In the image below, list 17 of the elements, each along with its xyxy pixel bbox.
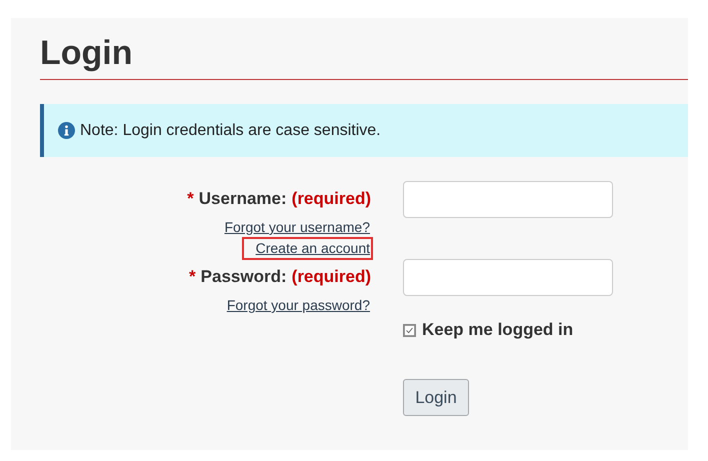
note-text: Note: Login credentials are case sensitive. — [80, 122, 381, 140]
required-asterisk: * — [187, 189, 194, 209]
field-label: Password: — [200, 267, 287, 287]
checkbox-label: Keep me logged in — [422, 320, 574, 340]
page-title: Login — [40, 33, 133, 73]
required-text: (required) — [292, 267, 371, 287]
info-icon — [58, 122, 75, 139]
login-button[interactable]: Login — [403, 379, 469, 416]
field-label: Username: — [198, 189, 287, 209]
checkbox[interactable] — [403, 324, 416, 336]
required-asterisk: * — [189, 267, 196, 287]
input-field[interactable] — [403, 259, 613, 296]
link[interactable]: Forgot your password? — [226, 296, 371, 315]
required-text: (required) — [292, 189, 371, 209]
input-field[interactable] — [403, 181, 613, 218]
link[interactable]: Create an account — [244, 239, 371, 258]
link[interactable]: Forgot your username? — [223, 218, 371, 237]
